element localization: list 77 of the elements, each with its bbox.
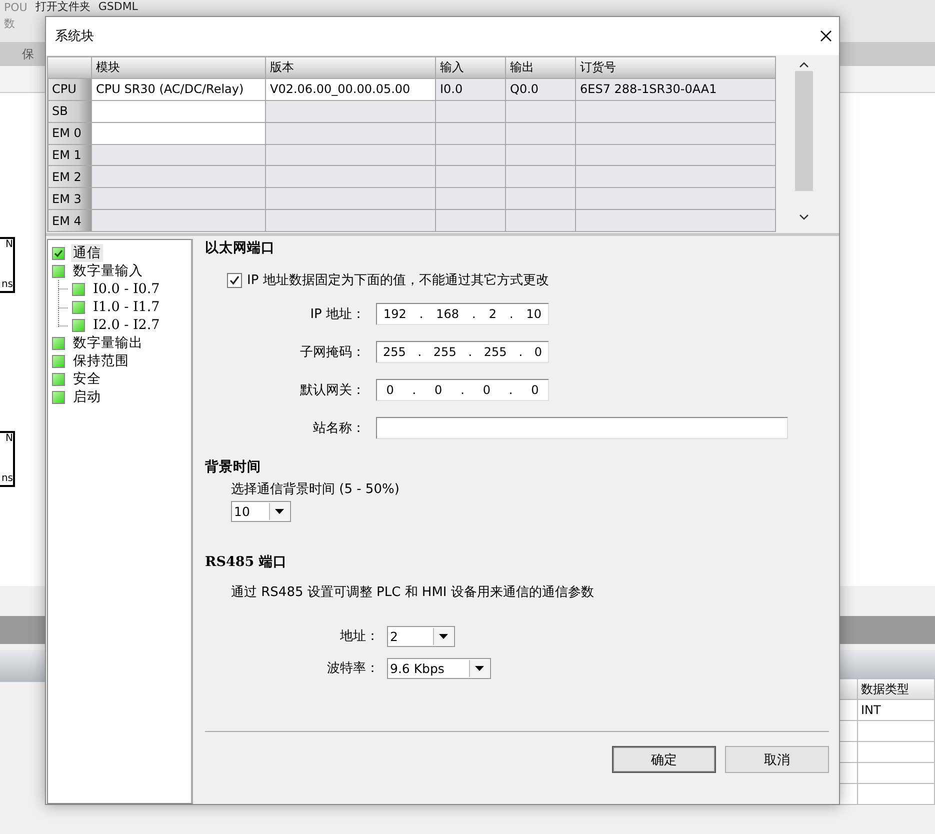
tree-item[interactable]: 通信 xyxy=(71,244,103,262)
station-name-field[interactable] xyxy=(376,417,788,439)
window-title: 系统块 xyxy=(55,28,94,45)
table-cell: I0.0 xyxy=(436,78,506,100)
checkbox[interactable] xyxy=(52,264,65,278)
column-header: 输入 xyxy=(436,56,506,78)
checkbox-label: IP 地址数据固定为下面的值，不能通过其它方式更改 xyxy=(247,272,549,289)
scroll-up-icon[interactable] xyxy=(799,61,809,69)
box-label: N xyxy=(6,239,13,251)
tree-item[interactable]: I0.0 - I0.7 xyxy=(91,281,162,297)
scrollbar-thumb[interactable] xyxy=(795,71,813,191)
tree-item[interactable]: 保持范围 xyxy=(71,352,131,370)
field-label: 站名称： xyxy=(312,420,366,437)
section-heading: RS485 端口 xyxy=(205,553,288,572)
row-header: EM 0 xyxy=(48,122,92,144)
table-cell: 6ES7 288-1SR30-0AA1 xyxy=(576,78,776,100)
tree-item[interactable]: I2.0 - I2.7 xyxy=(91,317,162,333)
row-header: EM 1 xyxy=(48,144,92,166)
tree-item[interactable]: 数字量输入 xyxy=(71,262,145,280)
table-cell[interactable] xyxy=(92,100,266,122)
ip-address-field[interactable]: 192 . 168 . 2 . 10 xyxy=(376,303,549,325)
checkbox[interactable] xyxy=(52,336,65,350)
section-heading: 背景时间 xyxy=(205,458,262,477)
row-header: CPU xyxy=(48,78,92,100)
tree-lines xyxy=(58,280,68,328)
close-icon[interactable] xyxy=(819,29,833,43)
tree-item[interactable]: 启动 xyxy=(71,388,103,406)
dialog-button[interactable]: 确定 xyxy=(612,746,716,773)
table-cell[interactable]: CPU SR30 (AC/DC/Relay) xyxy=(92,78,266,100)
box-label: ns xyxy=(1,473,13,485)
column-header: 输出 xyxy=(506,56,576,78)
dropdown[interactable]: 2 xyxy=(387,626,455,646)
toolbar-item[interactable]: 打开文件夹 xyxy=(35,0,90,13)
row-header: EM 2 xyxy=(48,166,92,188)
description-text: 通过 RS485 设置可调整 PLC 和 HMI 设备用来通信的通信参数 xyxy=(231,584,595,601)
tree-item[interactable]: I1.0 - I1.7 xyxy=(91,299,162,315)
tree-item[interactable]: 数字量输出 xyxy=(71,334,145,352)
ip-address-field[interactable]: 255 . 255 . 255 . 0 xyxy=(376,341,549,363)
field-label: IP 地址： xyxy=(309,306,366,323)
checkbox[interactable] xyxy=(52,390,65,404)
column-header: 版本 xyxy=(266,56,436,78)
caret-icon xyxy=(439,634,448,638)
field-label: 子网掩码： xyxy=(299,344,366,361)
dropdown[interactable]: 9.6 Kbps xyxy=(387,658,491,678)
checkbox[interactable] xyxy=(72,282,85,296)
checkbox[interactable] xyxy=(52,354,65,368)
box-label: ns xyxy=(1,279,13,291)
column-header: 模块 xyxy=(92,56,266,78)
section-heading: 以太网端口 xyxy=(205,239,276,258)
column-header: 订货号 xyxy=(576,56,776,78)
checkbox[interactable] xyxy=(52,372,65,386)
dialog-button[interactable]: 取消 xyxy=(725,746,829,773)
field-label: 默认网关： xyxy=(299,382,366,399)
checkbox[interactable] xyxy=(52,246,65,260)
checkbox[interactable] xyxy=(72,300,85,314)
group-label: 保 xyxy=(22,47,34,61)
checkbox[interactable] xyxy=(72,318,85,332)
column-header: 数据类型 xyxy=(858,678,934,700)
checkbox[interactable] xyxy=(227,272,242,288)
scroll-down-icon[interactable] xyxy=(799,213,809,221)
table-cell[interactable] xyxy=(92,122,266,144)
ip-address-field[interactable]: 0 . 0 . 0 . 0 xyxy=(376,379,549,401)
table-cell[interactable]: V02.06.00_00.00.05.00 xyxy=(266,78,436,100)
row-header: EM 4 xyxy=(48,210,92,232)
field-label: 波特率： xyxy=(326,660,380,677)
table-cell: Q0.0 xyxy=(506,78,576,100)
table-cell: INT xyxy=(858,700,934,720)
toolbar-item[interactable]: GSDML xyxy=(98,0,138,13)
tree-item[interactable]: 安全 xyxy=(71,370,103,388)
box-label: N xyxy=(6,433,13,445)
row-header: EM 3 xyxy=(48,188,92,210)
field-label: 地址： xyxy=(339,628,380,645)
dropdown[interactable]: 10 xyxy=(231,501,291,522)
row-header: SB xyxy=(48,100,92,122)
description-text: 选择通信背景时间 (5 - 50%) xyxy=(231,481,400,498)
caret-icon xyxy=(275,509,284,514)
caret-icon xyxy=(475,666,484,670)
